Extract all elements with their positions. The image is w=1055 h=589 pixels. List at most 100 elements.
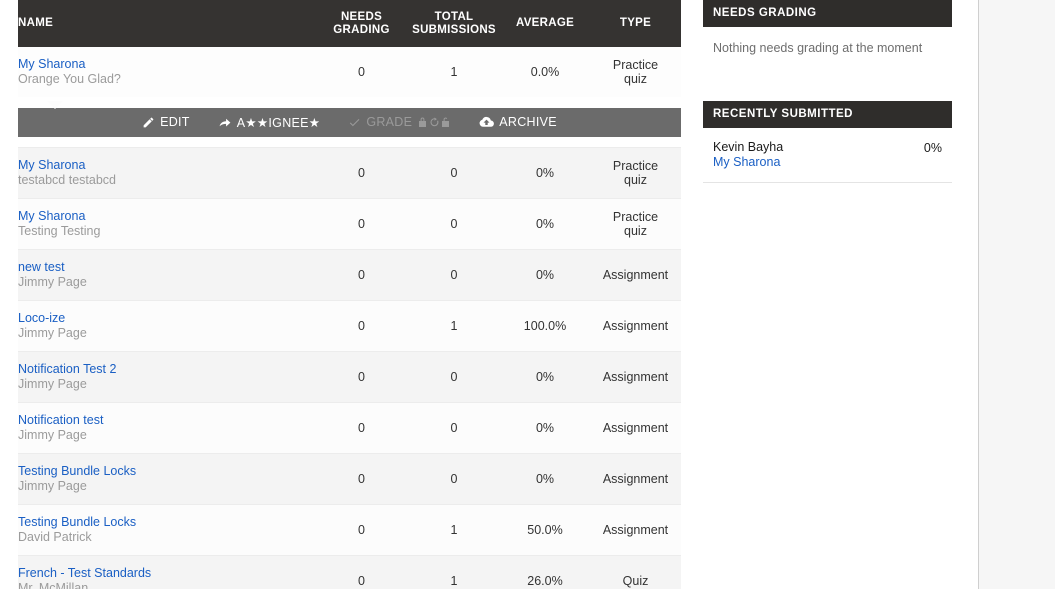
needs-grading-heading: NEEDS GRADING (703, 0, 952, 27)
assignment-subtitle: Jimmy Page (18, 275, 87, 289)
assignment-name-cell: new test Jimmy Page (18, 249, 315, 301)
grade-button: GRADE (334, 115, 465, 129)
total-submissions-cell: 0 (408, 249, 500, 301)
assignment-title-link[interactable]: Notification test (18, 413, 315, 428)
assignment-name-cell: Notification Test 2 Jimmy Page (18, 351, 315, 403)
type-cell: Assignment (590, 453, 681, 505)
needs-grading-cell: 0 (315, 504, 408, 556)
total-submissions-cell: 0 (408, 147, 500, 199)
total-submissions-cell: 1 (408, 47, 500, 97)
sidebar: NEEDS GRADING Nothing needs grading at t… (703, 0, 952, 183)
assignment-name-cell: Testing Bundle Locks Jimmy Page (18, 453, 315, 505)
total-submissions-cell: 0 (408, 402, 500, 454)
pencil-icon (142, 116, 155, 129)
table-row[interactable]: My Sharona Orange You Glad? 0 1 0.0% Pra… (18, 47, 681, 97)
type-cell: Assignment (590, 504, 681, 556)
average-cell: 50.0% (500, 504, 590, 556)
recently-submitted-panel: RECENTLY SUBMITTED Kevin Bayha My Sharon… (703, 101, 952, 183)
table-row[interactable]: My Sharona testabcd testabcd 0 0 0% Prac… (18, 147, 681, 199)
submission-student-name: Kevin Bayha (713, 140, 784, 154)
type-cell: Practice quiz (590, 198, 681, 250)
average-cell: 26.0% (500, 555, 590, 589)
share-arrow-icon (218, 116, 232, 129)
average-cell: 0% (500, 351, 590, 403)
row-action-bar-row: EDIT A★★IGNEE★ GRADE ARCHIVE (18, 97, 681, 148)
assignment-title-link[interactable]: My Sharona (18, 57, 315, 72)
table-body: My Sharona Orange You Glad? 0 1 0.0% Pra… (18, 47, 681, 589)
assignment-subtitle: Jimmy Page (18, 479, 87, 493)
average-cell: 0% (500, 453, 590, 505)
average-cell: 0% (500, 147, 590, 199)
assignment-title-link[interactable]: Loco-ize (18, 311, 315, 326)
type-cell: Assignment (590, 351, 681, 403)
type-line2: quiz (624, 72, 647, 86)
table-row[interactable]: French - Test Standards Mr. McMillan 0 1… (18, 555, 681, 589)
column-header-average[interactable]: AVERAGE (500, 0, 590, 47)
row-action-bar: EDIT A★★IGNEE★ GRADE ARCHIVE (18, 100, 681, 137)
table-row[interactable]: Notification Test 2 Jimmy Page 0 0 0% As… (18, 351, 681, 403)
lock-icons (417, 116, 451, 128)
assignment-name-cell: My Sharona testabcd testabcd (18, 147, 315, 199)
submission-assignment-link[interactable]: My Sharona (713, 155, 783, 170)
total-submissions-cell: 1 (408, 300, 500, 352)
assignment-subtitle: Testing Testing (18, 224, 101, 238)
assignments-table: NAME NEEDS GRADING TOTAL SUBMISSIONS AVE… (18, 0, 681, 589)
checkmark-icon (348, 116, 361, 129)
needs-grading-cell: 0 (315, 555, 408, 589)
table-row[interactable]: Loco-ize Jimmy Page 0 1 100.0% Assignmen… (18, 300, 681, 352)
needs-grading-cell: 0 (315, 249, 408, 301)
recently-submitted-heading: RECENTLY SUBMITTED (703, 101, 952, 128)
assignment-title-link[interactable]: My Sharona (18, 158, 315, 173)
table-row[interactable]: Testing Bundle Locks David Patrick 0 1 5… (18, 504, 681, 556)
assignment-title-link[interactable]: French - Test Standards (18, 566, 315, 581)
type-cell: Assignment (590, 300, 681, 352)
edit-button[interactable]: EDIT (128, 115, 204, 129)
submission-info: Kevin Bayha My Sharona (713, 140, 783, 170)
archive-button-label: ARCHIVE (499, 115, 557, 129)
average-cell: 0% (500, 249, 590, 301)
column-header-name[interactable]: NAME (18, 0, 315, 47)
table-row[interactable]: Testing Bundle Locks Jimmy Page 0 0 0% A… (18, 453, 681, 505)
average-cell: 0.0% (500, 47, 590, 97)
assignee-button[interactable]: A★★IGNEE★ (204, 115, 335, 130)
assignment-subtitle: Orange You Glad? (18, 72, 121, 86)
assignment-title-link[interactable]: My Sharona (18, 209, 315, 224)
column-header-total-submissions[interactable]: TOTAL SUBMISSIONS (408, 0, 500, 47)
assignment-name-cell: Notification test Jimmy Page (18, 402, 315, 454)
assignment-title-link[interactable]: Notification Test 2 (18, 362, 315, 377)
assignment-title-link[interactable]: Testing Bundle Locks (18, 464, 315, 479)
sidebar-spacer (703, 71, 952, 101)
selection-caret-icon (47, 100, 63, 109)
type-line2: quiz (624, 224, 647, 238)
type-cell: Quiz (590, 555, 681, 589)
table-row[interactable]: My Sharona Testing Testing 0 0 0% Practi… (18, 198, 681, 250)
assignment-subtitle: testabcd testabcd (18, 173, 116, 187)
assignment-title-link[interactable]: Testing Bundle Locks (18, 515, 315, 530)
average-cell: 0% (500, 198, 590, 250)
assignment-subtitle: Jimmy Page (18, 377, 87, 391)
table-row[interactable]: Notification test Jimmy Page 0 0 0% Assi… (18, 402, 681, 454)
column-header-needs-grading-line2: GRADING (333, 23, 390, 36)
needs-grading-cell: 0 (315, 453, 408, 505)
column-header-needs-grading-line1: NEEDS (340, 10, 383, 23)
list-item[interactable]: Kevin Bayha My Sharona 0% (703, 128, 952, 183)
type-cell: Practice quiz (590, 147, 681, 199)
type-line1: Practice (612, 159, 659, 173)
type-cell: Assignment (590, 249, 681, 301)
archive-button[interactable]: ARCHIVE (465, 115, 571, 129)
column-header-type[interactable]: TYPE (590, 0, 681, 47)
grade-button-label: GRADE (366, 115, 413, 129)
total-submissions-cell: 0 (408, 351, 500, 403)
needs-grading-cell: 0 (315, 351, 408, 403)
total-submissions-cell: 0 (408, 198, 500, 250)
edit-button-label: EDIT (160, 115, 190, 129)
assignment-title-link[interactable]: new test (18, 260, 315, 275)
assignment-subtitle: Mr. McMillan (18, 581, 89, 589)
assignment-subtitle: Jimmy Page (18, 326, 87, 340)
table-row[interactable]: new test Jimmy Page 0 0 0% Assignment (18, 249, 681, 301)
average-cell: 100.0% (500, 300, 590, 352)
needs-grading-cell: 0 (315, 300, 408, 352)
type-line1: Practice (612, 210, 659, 224)
type-line2: quiz (624, 173, 647, 187)
column-header-needs-grading[interactable]: NEEDS GRADING (315, 0, 408, 47)
